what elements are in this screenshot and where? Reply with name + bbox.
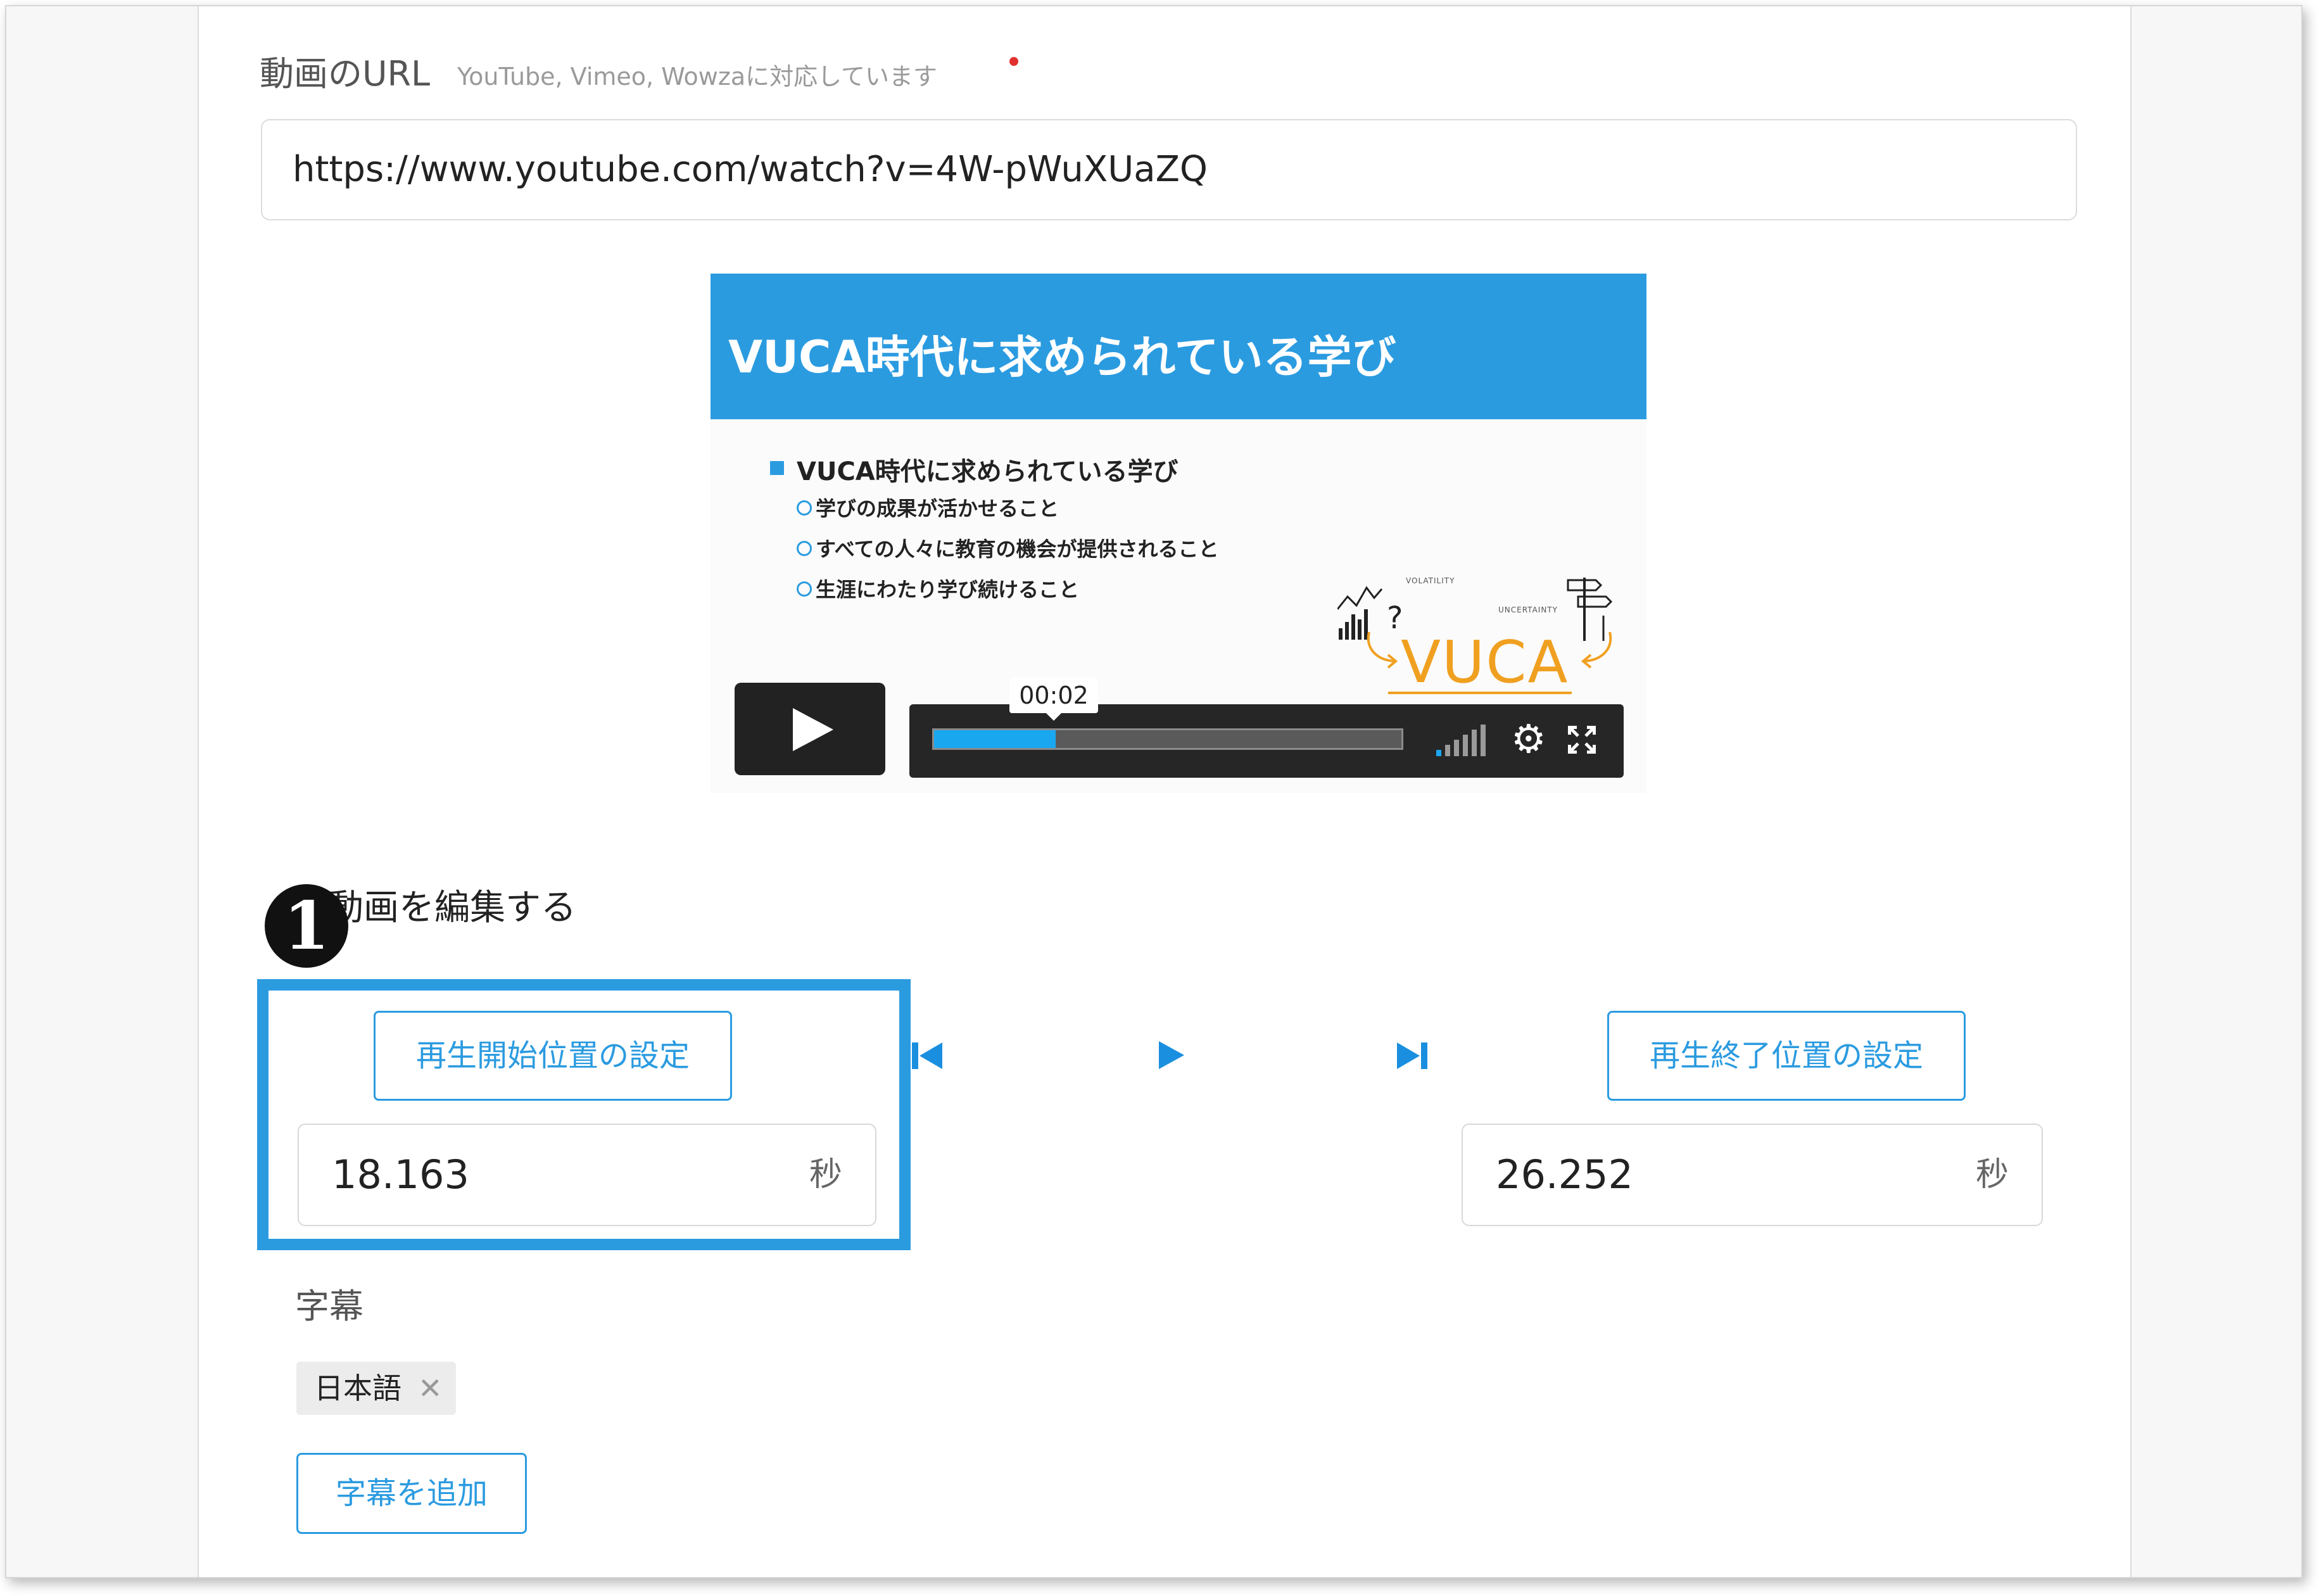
logo-word: VOLATILITY (1406, 576, 1455, 585)
end-time-value: 26.252 (1496, 1151, 1633, 1198)
volume-icon[interactable] (1432, 723, 1496, 759)
bullet-square-icon (770, 461, 784, 475)
add-subtitle-button[interactable]: 字幕を追加 (296, 1453, 527, 1534)
skip-to-end-icon[interactable] (1396, 1040, 1429, 1072)
video-time-tooltip: 00:02 (1009, 678, 1098, 721)
volume-level-bar (1472, 730, 1477, 756)
arrow-curve-icon (1581, 631, 1612, 669)
video-progress-fill (934, 730, 1056, 748)
video-play-button[interactable] (735, 683, 885, 775)
video-progress-bar[interactable] (932, 728, 1403, 750)
start-time-unit: 秒 (809, 1156, 842, 1194)
slide-title: VUCA時代に求められている学び (728, 331, 1396, 383)
volume-level-bar (1454, 740, 1459, 756)
subtitle-language-tag: 日本語 ✕ (296, 1362, 456, 1415)
play-icon[interactable] (1156, 1039, 1187, 1072)
play-icon (793, 708, 833, 751)
gear-icon[interactable]: ⚙ (1511, 719, 1546, 759)
fullscreen-icon[interactable] (1568, 726, 1596, 754)
video-player[interactable]: VUCA時代に求められている学び VUCA時代に求められている学び 学びの成果が… (711, 274, 1646, 793)
slide-bullet: VUCA時代に求められている学び (797, 457, 1178, 486)
start-time-value: 18.163 (332, 1151, 469, 1198)
url-label: 動画のURL (260, 54, 431, 94)
screenshot-frame: 動画のURL YouTube, Vimeo, Wowzaに対応しています htt… (5, 5, 2303, 1578)
volume-level-bar (1463, 735, 1468, 756)
start-time-field[interactable]: 18.163 秒 (298, 1124, 876, 1226)
slide-subitem: すべての人々に教育の機会が提供されること (797, 533, 1218, 562)
vuca-logo-underline (1388, 692, 1572, 694)
volume-level-bar (1445, 745, 1450, 756)
video-control-bar: 00:02 ⚙ (909, 678, 1624, 778)
remove-tag-icon[interactable]: ✕ (418, 1362, 443, 1415)
end-time-field[interactable]: 26.252 秒 (1462, 1124, 2043, 1226)
set-end-position-button[interactable]: 再生終了位置の設定 (1607, 1011, 1966, 1101)
slide-subitem: 学びの成果が活かせること (797, 493, 1059, 522)
edit-video-title: 動画を編集する (328, 887, 576, 928)
subtitle-language-label: 日本語 (314, 1371, 401, 1405)
volume-level-bar (1481, 725, 1486, 756)
required-indicator (1009, 57, 1018, 66)
logo-word: UNCERTAINTY (1498, 605, 1558, 614)
end-time-unit: 秒 (1975, 1156, 2009, 1194)
slide-subitem: 生涯にわたり学び続けること (797, 574, 1079, 603)
set-start-position-button[interactable]: 再生開始位置の設定 (374, 1011, 732, 1101)
vuca-logo: VUCA (1401, 628, 1569, 696)
video-url-input[interactable]: https://www.youtube.com/watch?v=4W-pWuXU… (261, 119, 2077, 220)
url-hint: YouTube, Vimeo, Wowzaに対応しています (457, 63, 937, 91)
subtitles-label: 字幕 (295, 1286, 363, 1326)
step-number-badge: 1 (265, 884, 348, 968)
skip-to-start-icon[interactable] (911, 1040, 944, 1072)
volume-level-bar (1436, 750, 1441, 756)
